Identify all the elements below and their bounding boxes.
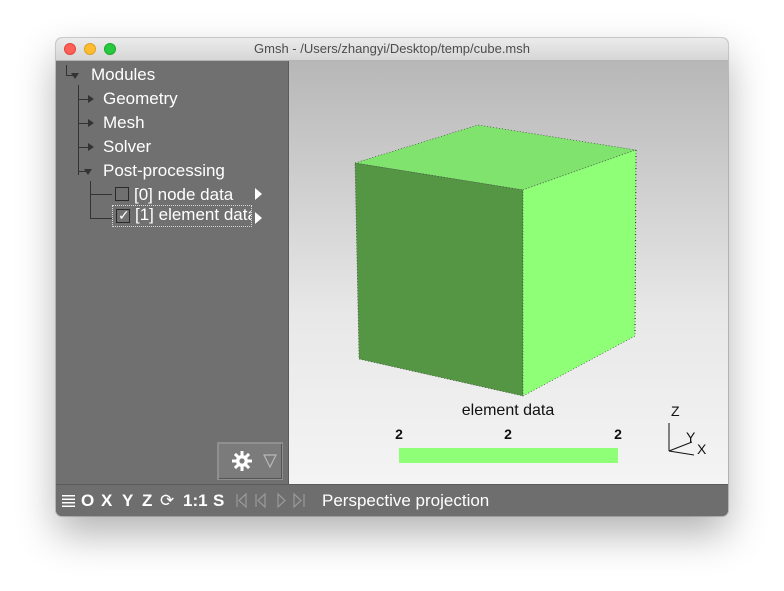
y-view-button[interactable]: Y [122,485,133,516]
status-message: Perspective projection [322,491,490,510]
view-0-options-arrow-icon[interactable] [255,188,262,200]
origin-button[interactable]: O [81,485,94,516]
expand-mesh-icon[interactable] [88,119,94,127]
scale-label-min: 2 [395,426,403,442]
gmsh-window: Gmsh - /Users/zhangyi/Desktop/temp/cube.… [56,38,728,516]
axis-label-y: Y [686,429,696,445]
s-button[interactable]: S [213,485,224,516]
cube-right-face [522,149,637,397]
view-1-checkbox[interactable]: ✓ [116,207,130,223]
module-tree-panel: Modules Geometry Mesh Solver Post-proces… [56,61,289,484]
tree-connector [90,218,112,219]
expand-solver-icon[interactable] [88,143,94,151]
cube-front-face [354,162,524,397]
view-0-checkbox[interactable] [115,187,129,201]
options-gear-button[interactable] [217,442,283,480]
first-step-icon[interactable] [236,492,247,509]
tree-item-modules[interactable]: Modules [91,65,155,85]
rotate-icon[interactable]: ⟳ [160,485,174,516]
tree-item-mesh[interactable]: Mesh [103,113,145,133]
expand-geometry-icon[interactable] [88,95,94,103]
status-bar: O X Y Z ⟳ 1:1 S Perspective projection [56,484,728,516]
expand-post-processing-icon[interactable] [84,169,92,175]
tree-item-solver[interactable]: Solver [103,137,151,157]
axis-label-z: Z [671,403,680,419]
tree-item-post-processing[interactable]: Post-processing [103,161,225,181]
scale-title: element data [462,402,555,419]
previous-step-icon[interactable] [255,492,266,509]
hamburger-icon[interactable] [61,494,77,508]
window-title: Gmsh - /Users/zhangyi/Desktop/temp/cube.… [254,41,530,56]
tree-item-geometry[interactable]: Geometry [103,89,178,109]
x-view-button[interactable]: X [101,485,112,516]
scale-label-max: 2 [614,426,622,442]
z-view-button[interactable]: Z [142,485,152,516]
next-step-icon[interactable] [293,492,305,509]
scale-one-to-one-button[interactable]: 1:1 [183,485,208,516]
view-1-options-arrow-icon[interactable] [255,212,262,224]
view-1-label[interactable]: [1] element data [135,206,251,225]
axis-label-x: X [697,441,707,457]
tree-connector [90,181,91,218]
view-1-item[interactable]: ✓ [1] element data [112,205,252,227]
axes-triad: Z Y X [668,403,707,457]
checkmark-icon: ✓ [118,207,130,223]
title-bar: Gmsh - /Users/zhangyi/Desktop/temp/cube.… [56,38,728,61]
play-icon[interactable] [277,492,286,509]
scale-color-bar [399,448,618,463]
expand-modules-icon[interactable] [71,73,79,79]
view-0-label[interactable]: [0] node data [134,185,233,205]
tree-connector [90,194,112,195]
tree-connector [66,65,67,75]
cube-scene: element data 2 2 2 Z Y X [354,124,707,463]
scale-label-mid: 2 [504,426,512,442]
playback-controls [236,492,305,509]
triangle-down-icon [263,454,277,469]
graphics-viewport[interactable]: element data 2 2 2 Z Y X [289,61,728,484]
